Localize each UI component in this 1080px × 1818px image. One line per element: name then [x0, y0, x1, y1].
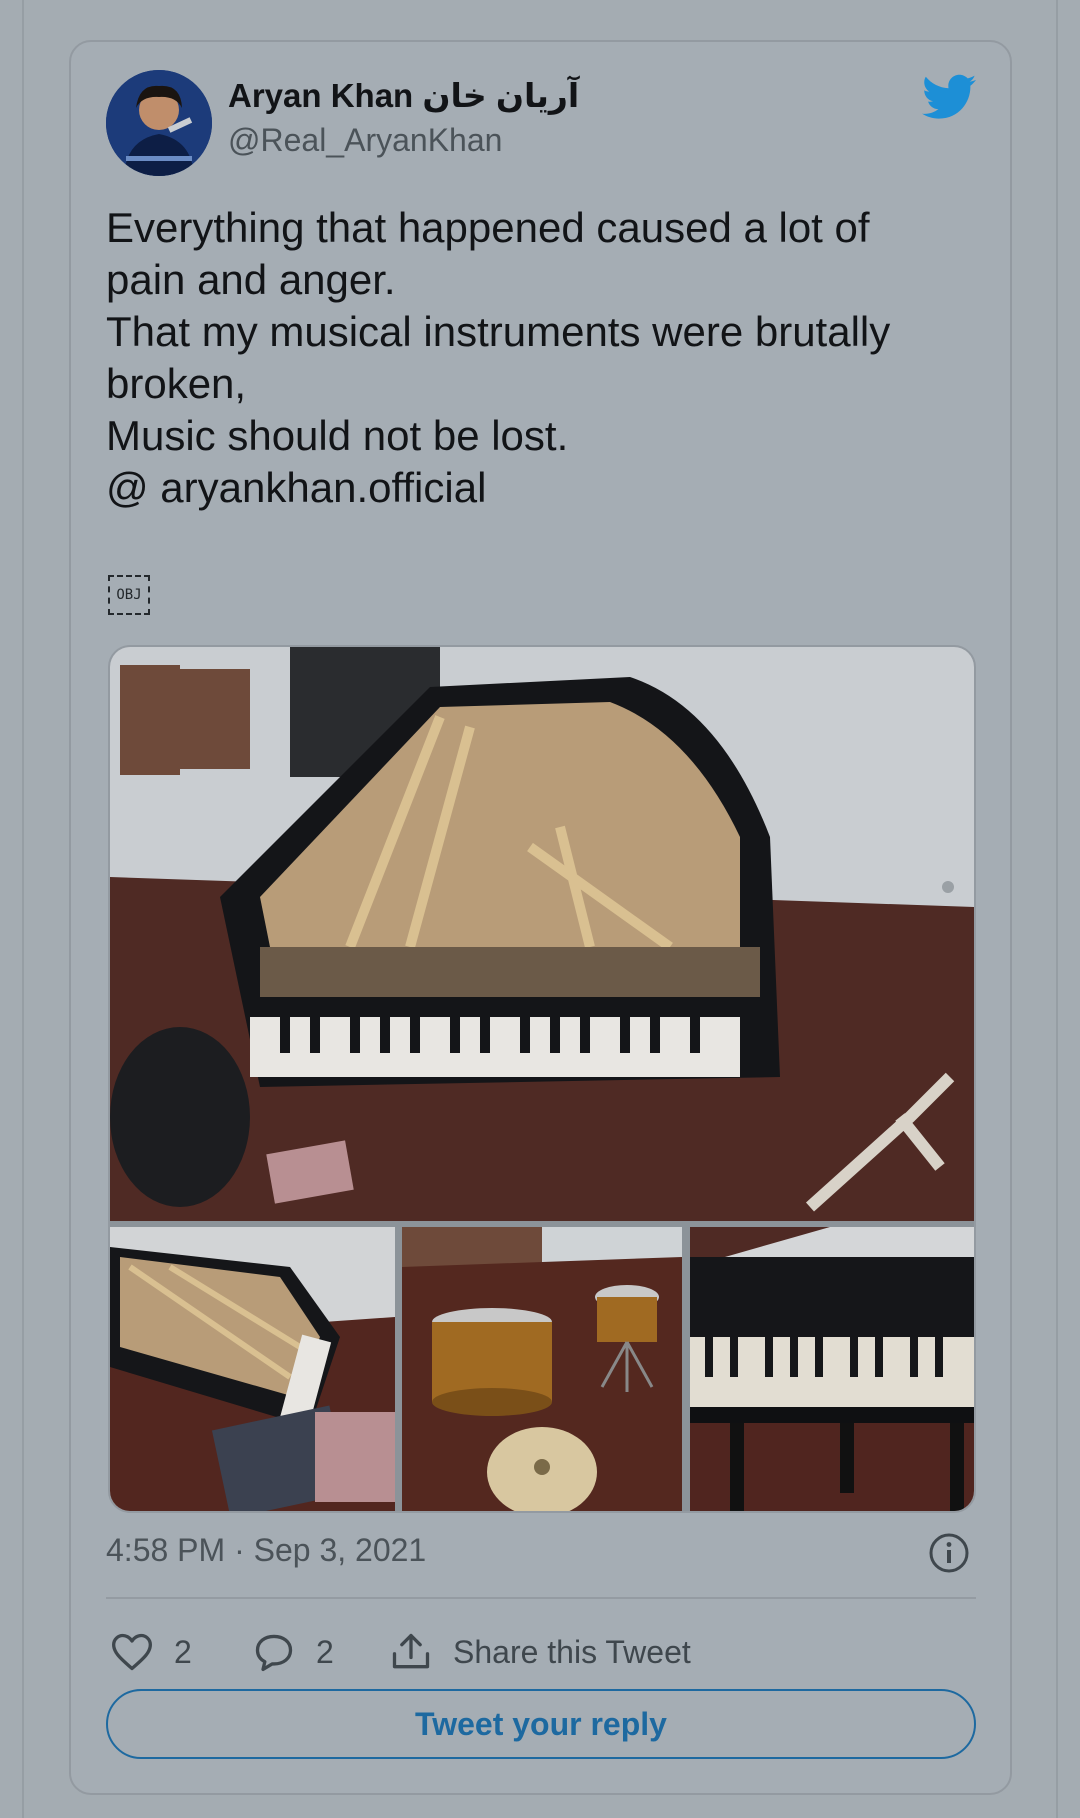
media-grid [108, 645, 976, 1513]
tweet-text-line: Music should not be lost. [106, 412, 569, 459]
heart-icon [112, 1633, 152, 1671]
tweet-text-line: broken, [106, 360, 247, 407]
photo-piano-keys[interactable] [690, 1227, 974, 1511]
tweet-mention-link[interactable]: @ aryankhan.official [106, 462, 976, 514]
divider [106, 1597, 976, 1599]
twitter-bird-icon[interactable] [922, 74, 976, 120]
tweet-actions: 2 2 Share this Tweet [106, 1622, 976, 1682]
tweet-text-line: That my musical instruments were brutall… [106, 308, 891, 355]
share-upload-icon [392, 1633, 430, 1669]
share-button[interactable]: Share this Tweet [389, 1622, 691, 1682]
photo-drums[interactable] [402, 1227, 682, 1511]
page-edge-left [22, 0, 24, 1818]
tweet-header: Aryan Khan آریان خان @Real_AryanKhan [106, 70, 976, 180]
object-replacement-glyph: OBJ [108, 575, 150, 615]
tweet-card[interactable]: Aryan Khan آریان خان @Real_AryanKhan Eve… [69, 40, 1012, 1795]
like-count: 2 [174, 1633, 192, 1670]
tweet-timestamp[interactable]: 4:58 PM · Sep 3, 2021 [106, 1532, 426, 1569]
avatar[interactable] [106, 70, 212, 176]
like-button[interactable]: 2 [110, 1622, 192, 1682]
speech-bubble-icon [255, 1634, 293, 1672]
reply-button[interactable]: 2 [252, 1622, 334, 1682]
photo-tilted-piano[interactable] [110, 1227, 395, 1511]
reply-count: 2 [316, 1633, 334, 1670]
share-label: Share this Tweet [453, 1633, 691, 1670]
tweet-text-line: pain and anger. [106, 256, 396, 303]
tweet-text: Everything that happened caused a lot of… [106, 202, 976, 514]
tweet-your-reply-button[interactable]: Tweet your reply [106, 1689, 976, 1759]
author-name[interactable]: Aryan Khan آریان خان [228, 76, 579, 115]
page-edge-right [1056, 0, 1058, 1818]
photo-broken-piano[interactable] [110, 647, 974, 1221]
info-icon[interactable] [928, 1532, 970, 1574]
author-handle[interactable]: @Real_AryanKhan [228, 122, 502, 159]
tweet-text-line: Everything that happened caused a lot of [106, 204, 870, 251]
